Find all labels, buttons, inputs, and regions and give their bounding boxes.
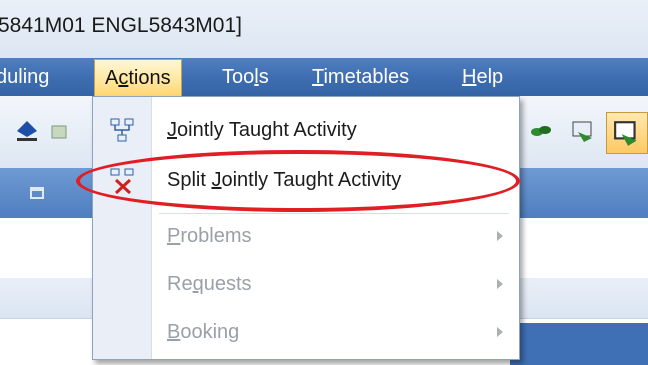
schedule-green-icon[interactable] — [570, 118, 596, 144]
minimize-pane-icon[interactable] — [30, 187, 44, 199]
submenu-arrow-icon — [497, 327, 503, 337]
window-title-bar: 5841M01 ENGL5843M01] — [0, 0, 648, 58]
blue-diamond-icon[interactable] — [14, 118, 40, 144]
annotation-ellipse — [76, 150, 520, 212]
submenu-arrow-icon — [497, 231, 503, 241]
schedule-highlight-icon — [614, 121, 637, 146]
menu-help[interactable]: Help — [462, 58, 503, 96]
jointly-taught-icon — [110, 118, 134, 142]
actions-dropdown-menu: Jointly Taught Activity Split Jointly Ta… — [92, 96, 520, 360]
menu-item-problems[interactable]: Problems — [93, 215, 519, 259]
menu-tools[interactable]: Tools — [222, 58, 269, 96]
menu-item-booking[interactable]: Booking — [93, 311, 519, 355]
menu-separator — [159, 213, 509, 214]
menu-scheduling[interactable]: duling — [0, 58, 49, 96]
grid-view-icon[interactable] — [46, 120, 72, 146]
selected-cell — [510, 323, 648, 365]
menu-timetables[interactable]: Timetables — [312, 58, 409, 96]
green-link-icon[interactable] — [528, 118, 554, 144]
menu-item-jointly-taught-activity[interactable]: Jointly Taught Activity — [93, 109, 519, 153]
menu-item-requests[interactable]: Requests — [93, 263, 519, 307]
submenu-arrow-icon — [497, 279, 503, 289]
active-tool-button[interactable] — [606, 112, 648, 154]
menu-bar: duling Actions Tools Timetables Help — [0, 58, 648, 97]
window-title: 5841M01 ENGL5843M01] — [0, 14, 242, 37]
menu-actions[interactable]: Actions — [94, 59, 182, 97]
